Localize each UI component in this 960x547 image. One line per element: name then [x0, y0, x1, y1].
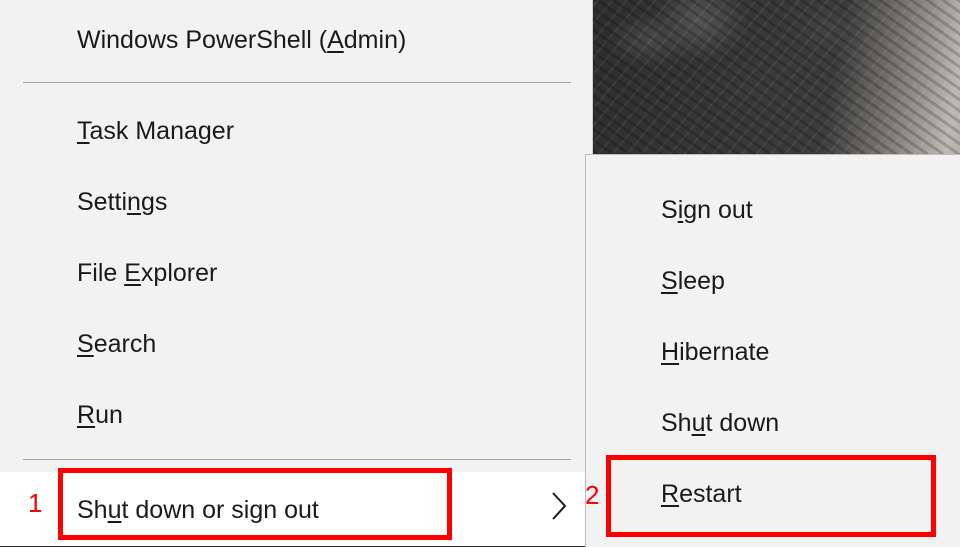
menu-item-settings[interactable]: Settings — [0, 167, 592, 237]
submenu-item-label: Sign out — [661, 196, 753, 224]
menu-item-run[interactable]: Run — [0, 380, 592, 450]
menu-item-label: Settings — [77, 187, 168, 216]
step-marker-2: 2 — [585, 480, 600, 510]
menu-item-label: Windows PowerShell (Admin) — [77, 25, 407, 54]
submenu-item-sign-out[interactable]: Sign out — [586, 175, 960, 246]
submenu-item-label: Sleep — [661, 267, 725, 295]
quick-link-menu: Windows PowerShell (Admin) Task Manager … — [0, 0, 593, 546]
menu-item-label: File Explorer — [77, 258, 218, 287]
submenu-item-label: Hibernate — [661, 338, 770, 366]
callout-box-1 — [58, 468, 452, 540]
step-marker-1: 1 — [28, 488, 43, 518]
menu-item-label: Run — [77, 400, 123, 429]
menu-item-powershell-admin[interactable]: Windows PowerShell (Admin) — [0, 5, 592, 75]
submenu-item-sleep[interactable]: Sleep — [586, 246, 960, 317]
submenu-item-label: Shut down — [661, 409, 780, 437]
submenu-item-shut-down[interactable]: Shut down — [586, 388, 960, 459]
chevron-right-icon — [552, 492, 567, 520]
submenu-item-hibernate[interactable]: Hibernate — [586, 317, 960, 388]
menu-item-file-explorer[interactable]: File Explorer — [0, 238, 592, 308]
menu-item-task-manager[interactable]: Task Manager — [0, 96, 592, 166]
menu-item-search[interactable]: Search — [0, 309, 592, 379]
menu-item-label: Task Manager — [77, 116, 235, 145]
menu-item-label: Search — [77, 329, 157, 358]
menu-separator — [23, 82, 571, 83]
callout-box-2 — [606, 455, 936, 537]
menu-separator — [23, 459, 571, 460]
